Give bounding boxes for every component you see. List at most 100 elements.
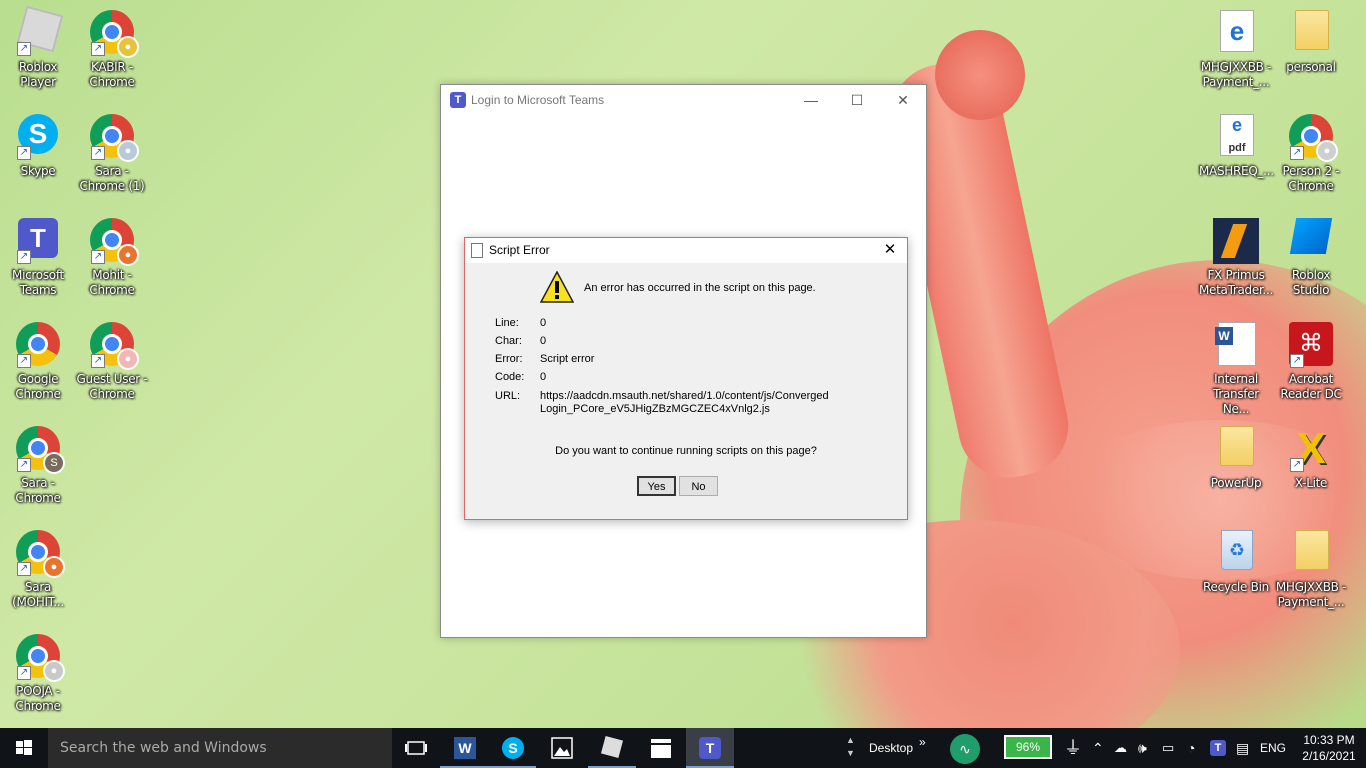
taskbar-roblox-button[interactable] — [588, 728, 636, 768]
desktop-icon-label: MHGJXXBB - Payment_... — [1275, 580, 1347, 609]
desktop-icon-skype[interactable]: S ↗ Skype — [1, 104, 75, 204]
minimize-button[interactable]: — — [788, 85, 834, 115]
desktop-icon-person2-chrome[interactable]: ● ↗ Person 2 - Chrome — [1274, 104, 1348, 204]
error-row-line: Line: — [495, 317, 519, 329]
desktop-icon-recycle-bin[interactable]: ♻ Recycle Bin — [1199, 520, 1273, 620]
desktop-icon-kabir-chrome[interactable]: ● ↗ KABIR - Chrome — [75, 0, 149, 100]
taskbar-skype-button[interactable]: S — [488, 728, 536, 768]
close-button[interactable]: ✕ — [880, 85, 926, 115]
desktop-icon-mohit-chrome[interactable]: ● ↗ Mohit - Chrome — [75, 208, 149, 308]
search-placeholder: Search the web and Windows — [60, 740, 267, 756]
desktop-icon-microsoft-teams[interactable]: T ↗ Microsoft Teams — [1, 208, 75, 308]
notification-icon[interactable]: ▤ — [1236, 728, 1249, 768]
search-box[interactable]: Search the web and Windows — [48, 728, 392, 768]
error-value-line: 0 — [540, 317, 547, 329]
desktop-icon-acrobat-reader[interactable]: ⌘ ↗ Acrobat Reader DC — [1274, 312, 1348, 412]
ie-document-icon: e — [1213, 10, 1259, 56]
desktop-icon-label: Roblox Studio — [1291, 268, 1331, 297]
acrobat-icon: ⌘ ↗ — [1288, 322, 1334, 368]
desktop-icon-label: MHGJXXBB - Payment_... — [1200, 60, 1272, 89]
clock[interactable]: 10:33 PM 2/16/2021 — [1296, 728, 1362, 768]
dialog-titlebar[interactable]: Script Error ✕ — [465, 238, 907, 263]
desktop-icon-roblox-player[interactable]: ↗ Roblox Player — [1, 0, 75, 100]
desktop-icon-label: Microsoft Teams — [12, 268, 64, 297]
window-title: Login to Microsoft Teams — [471, 93, 605, 107]
desktop: ↗ Roblox Player S ↗ Skype T ↗ Microsoft Te… — [0, 0, 1366, 728]
folder-icon — [1213, 426, 1259, 472]
teams-icon: T ↗ — [15, 218, 61, 264]
desktop-icon-pooja-chrome[interactable]: ● ↗ POOJA - Chrome — [1, 624, 75, 724]
maximize-button[interactable]: ☐ — [834, 85, 880, 115]
cloud-icon[interactable]: ☁ — [1114, 728, 1127, 768]
chrome-profile-icon: ● ↗ — [89, 218, 139, 266]
desktop-icon-label: Mohit - Chrome — [89, 268, 135, 297]
yes-button[interactable]: Yes — [637, 476, 676, 496]
desktop-icon-google-chrome[interactable]: ↗ Google Chrome — [1, 312, 75, 412]
battery-percent: 96% — [1015, 740, 1041, 754]
chrome-profile-icon: ● ↗ — [89, 114, 139, 162]
dialog-title: Script Error — [489, 243, 550, 257]
chevron-icon: » — [919, 735, 926, 749]
desktop-icon-label: personal — [1286, 60, 1336, 74]
url-line-2: Login_PCore_eV5JHigZBzMGCZEC4xVnlg2.js — [540, 403, 770, 415]
windows-logo-icon — [16, 740, 32, 755]
task-view-icon — [405, 741, 427, 755]
desktop-icon-label: Guest User - Chrome — [76, 372, 148, 401]
error-value-error: Script error — [540, 353, 595, 365]
start-button[interactable] — [0, 728, 48, 768]
folder-icon — [1288, 530, 1334, 576]
error-value-char: 0 — [540, 335, 547, 347]
desktop-icon-label: MASHREQ_... — [1199, 164, 1274, 178]
toolbar-scroll-arrows[interactable]: ▲ ▼ — [846, 728, 858, 768]
show-hidden-icons-chevron[interactable]: ⌃ — [1092, 728, 1104, 768]
battery-icon: 96% — [1004, 735, 1052, 759]
chrome-profile-icon: ● ↗ — [15, 530, 65, 578]
teams-titlebar[interactable]: T Login to Microsoft Teams — ☐ ✕ — [441, 85, 926, 115]
skype-icon: S — [502, 737, 524, 759]
desktop-icon-fx-primus[interactable]: FX Primus MetaTrader... — [1199, 208, 1273, 308]
desktop-icon-label: Sara (MOHIT... — [12, 580, 64, 609]
desktop-icon-label: POOJA - Chrome — [15, 684, 61, 713]
taskbar-teams-button[interactable]: T — [686, 728, 734, 768]
taskbar-photos-button[interactable] — [538, 728, 586, 768]
warning-icon — [540, 271, 574, 303]
battery-small-icon[interactable]: ▭ — [1162, 728, 1174, 768]
wifi-icon[interactable]: ◔ — [1187, 728, 1195, 768]
desktop-icon-label: Acrobat Reader DC — [1280, 372, 1342, 401]
activity-monitor-button[interactable]: ∿ — [950, 728, 980, 768]
chrome-profile-icon: ● ↗ — [89, 10, 139, 58]
desktop-icon-mashreq[interactable]: e pdf MASHREQ_... — [1199, 104, 1274, 204]
dialog-close-button[interactable]: ✕ — [875, 238, 905, 262]
desktop-toolbar[interactable]: Desktop » — [869, 728, 926, 768]
clock-time: 10:33 PM — [1303, 733, 1355, 747]
error-row-char: Char: — [495, 335, 522, 347]
volume-icon[interactable]: 🕪 — [1138, 728, 1147, 768]
desktop-icon-mhgjxxbb-payment[interactable]: e MHGJXXBB - Payment_... — [1199, 0, 1273, 100]
taskbar-word-button[interactable]: W — [440, 728, 488, 768]
desktop-icon-sara-mohit[interactable]: ● ↗ Sara (MOHIT... — [1, 520, 75, 620]
desktop-icon-x-lite[interactable]: X ↗ X-Lite — [1274, 416, 1348, 516]
chrome-profile-icon: S ↗ — [15, 426, 65, 474]
desktop-icon-label: KABIR - Chrome — [89, 60, 135, 89]
error-value-code: 0 — [540, 371, 547, 383]
language-indicator[interactable]: ENG — [1260, 728, 1286, 768]
no-button[interactable]: No — [679, 476, 718, 496]
desktop-icon-label: Person 2 - Chrome — [1282, 164, 1340, 193]
desktop-icon-personal[interactable]: personal — [1274, 0, 1348, 100]
desktop-icon-sara-chrome[interactable]: S ↗ Sara - Chrome — [1, 416, 75, 516]
desktop-icon-powerup[interactable]: PowerUp — [1199, 416, 1273, 516]
chrome-profile-icon: ● ↗ — [15, 634, 65, 682]
x-lite-icon: X ↗ — [1288, 426, 1334, 472]
battery-indicator[interactable]: 96% — [1004, 728, 1052, 768]
desktop-icon-internal-transfer[interactable]: W Internal Transfer Ne... — [1199, 312, 1273, 416]
desktop-icon-roblox-studio[interactable]: Roblox Studio — [1274, 208, 1348, 308]
desktop-icon-mhgjxxbb-payment-2[interactable]: MHGJXXBB - Payment_... — [1274, 520, 1348, 620]
task-view-button[interactable] — [392, 728, 440, 768]
clock-date: 2/16/2021 — [1302, 749, 1356, 763]
desktop-icon-guest-user-chrome[interactable]: ● ↗ Guest User - Chrome — [75, 312, 149, 412]
desktop-icon-sara-chrome-1[interactable]: ● ↗ Sara - Chrome (1) — [75, 104, 149, 204]
teams-tray-icon[interactable]: T — [1210, 728, 1226, 768]
metatrader-icon — [1213, 218, 1259, 264]
chrome-profile-icon: ● ↗ — [1288, 114, 1338, 162]
taskbar-movies-button[interactable] — [637, 728, 685, 768]
